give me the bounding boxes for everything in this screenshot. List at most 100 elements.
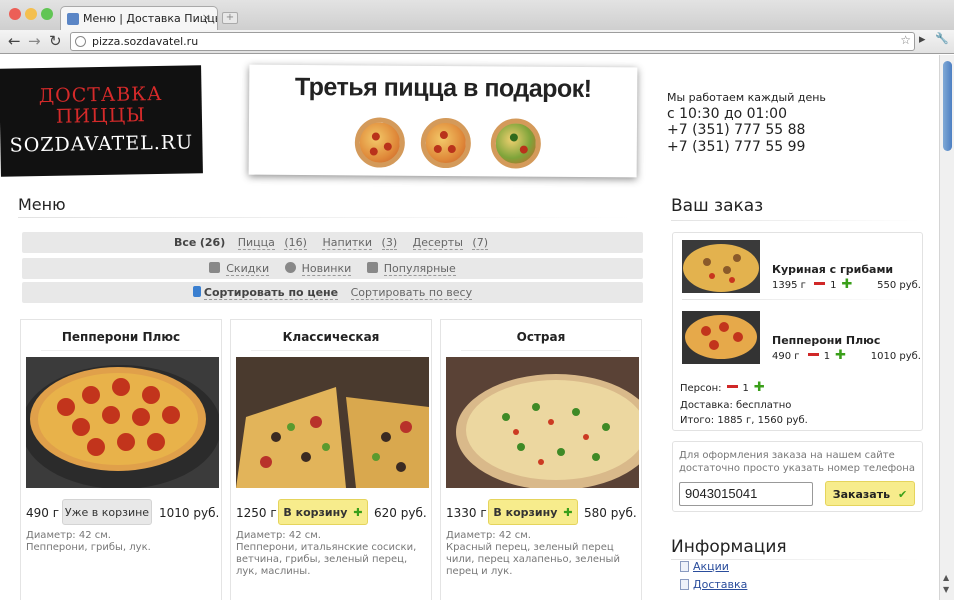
decrease-persons-button[interactable] [726,385,738,388]
product-photo[interactable] [26,357,219,488]
maximize-window-button[interactable] [41,8,53,20]
category-pizza[interactable]: Пицца (16) [235,236,310,250]
arrow-down-icon [192,286,201,297]
info-link[interactable]: Доставка [680,578,747,591]
sort-by-weight[interactable]: Сортировать по весу [348,286,476,300]
product-weight: 1330 г [446,506,487,520]
order-item-qty: 1 [823,351,831,362]
phone-number-2: +7 (351) 777 55 99 [667,139,806,155]
product-description: Диаметр: 42 см. Пепперони, грибы, лук. [26,530,151,553]
category-all[interactable]: Все (26) [174,236,225,249]
checkout-box: Для оформления заказа на нашем сайте дос… [672,441,923,512]
decrease-qty-button[interactable] [807,353,819,356]
product-name[interactable]: Острая [441,330,641,344]
working-hours: Мы работаем каждый день с 10:30 до 01:00… [667,91,917,156]
product-description: Диаметр: 42 см. Пепперони, итальянские с… [236,530,417,577]
phone-input[interactable]: 9043015041 [679,482,813,506]
globe-icon [75,36,86,47]
reload-icon[interactable]: ↻ [49,32,62,50]
info-link[interactable]: Акции [680,560,729,573]
order-item: Куриная с грибами 1395 г 1 ✚ 550 руб. [682,240,922,294]
increase-qty-button[interactable]: ✚ [835,349,846,362]
product-name[interactable]: Классическая [231,330,431,344]
product-price: 1010 руб. [159,506,220,520]
bookmark-star-icon[interactable]: ☆ [900,33,911,47]
order-item-photo [682,240,760,293]
category-desserts[interactable]: Десерты (7) [410,236,491,250]
increase-persons-button[interactable]: ✚ [754,381,765,394]
tag-new[interactable]: Новинки [282,262,355,276]
persons-row: Персон: 1 ✚ [680,380,765,395]
product-weight: 490 г [26,506,60,520]
browser-toolbar: ← → ↻ pizza.sozdavatel.ru ☆ ▸ 🔧 [0,30,954,54]
hours-value: с 10:30 до 01:00 [667,106,787,122]
product-weight: 1250 г [236,506,277,520]
close-window-button[interactable] [9,8,21,20]
back-icon[interactable]: ← [8,32,21,50]
add-to-cart-button[interactable]: В корзину ✚ [488,499,578,525]
sort-bar: Сортировать по цене Сортировать по весу [22,282,643,303]
tag-popular[interactable]: Популярные [364,262,459,276]
plus-icon: ✚ [563,506,573,519]
product-name[interactable]: Пепперони Плюс [21,330,221,344]
page-content: ДОСТАВКА ПИЦЦЫ SOZDAVATEL.RU Третья пицц… [0,55,939,600]
url-text: pizza.sozdavatel.ru [92,35,199,48]
minimize-window-button[interactable] [25,8,37,20]
tab-close-icon[interactable]: × [202,11,211,24]
checkout-note: Для оформления заказа на нашем сайте дос… [679,450,915,474]
tag-discounts[interactable]: Скидки [206,262,272,276]
promo-pizza-image [354,117,406,168]
wrench-icon[interactable]: 🔧 [935,32,949,45]
product-price: 620 руб. [374,506,427,520]
address-bar[interactable]: pizza.sozdavatel.ru ☆ [70,32,915,51]
persons-qty: 1 [742,383,749,394]
divider [671,220,921,221]
plus-icon: ✚ [353,506,363,519]
scroll-down-icon[interactable]: ▼ [943,585,949,594]
site-logo[interactable]: ДОСТАВКА ПИЦЦЫ SOZDAVATEL.RU [0,65,203,177]
promo-banner[interactable]: Третья пицца в подарок! [248,64,638,178]
order-item-photo [682,311,760,364]
product-photo[interactable] [236,357,429,488]
sort-by-price[interactable]: Сортировать по цене [190,286,339,300]
divider [18,217,633,218]
category-drinks[interactable]: Напитки (3) [319,236,400,250]
tab-strip: Меню | Доставка Пиццы × + [0,0,954,30]
submit-order-button[interactable]: Заказать ✔ [825,481,915,506]
delivery-info: Доставка: бесплатно [680,400,792,411]
order-item-name: Куриная с грибами [772,263,894,276]
order-summary: Куриная с грибами 1395 г 1 ✚ 550 руб. Пеп… [672,232,923,431]
order-heading: Ваш заказ [671,196,764,216]
tag-icon [209,262,221,273]
order-total: Итого: 1885 г, 1560 руб. [680,415,808,426]
promo-text: Третья пицца в подарок! [294,72,592,104]
browser-tab[interactable]: Меню | Доставка Пиццы × [60,6,218,30]
decrease-qty-button[interactable] [814,282,826,285]
product-description: Диаметр: 42 см. Красный перец, зеленый п… [446,530,620,577]
promo-pizza-image [490,118,542,169]
in-cart-button[interactable]: Уже в корзине [62,499,152,525]
product-photo[interactable] [446,357,639,488]
logo-text-line2: ПИЦЦЫ [55,104,147,128]
page-menu-icon[interactable]: ▸ [919,32,926,47]
document-icon [680,561,689,572]
scroll-up-icon[interactable]: ▲ [943,573,949,582]
category-filter-bar: Все (26) Пицца (16) Напитки (3) Десерты … [22,232,643,253]
increase-qty-button[interactable]: ✚ [841,278,852,291]
check-icon: ✔ [898,488,908,501]
product-card: Классическая 1250 г В корзину ✚ 620 руб. … [230,319,432,600]
order-item-price: 550 руб. [877,280,921,291]
order-item-price: 1010 руб. [870,351,921,362]
tab-favicon-icon [67,13,79,25]
phone-number-1: +7 (351) 777 55 88 [667,122,806,138]
vertical-scrollbar[interactable]: ▲ ▼ [939,55,954,600]
logo-text-line3: SOZDAVATEL.RU [9,131,194,157]
new-tab-button[interactable]: + [222,12,238,24]
popular-icon [366,262,378,273]
tag-filter-bar: Скидки Новинки Популярные [22,258,643,279]
forward-icon[interactable]: → [28,32,41,50]
scrollbar-thumb[interactable] [943,61,952,151]
order-item-name: Пепперони Плюс [772,334,881,347]
document-icon [680,579,689,590]
add-to-cart-button[interactable]: В корзину ✚ [278,499,368,525]
